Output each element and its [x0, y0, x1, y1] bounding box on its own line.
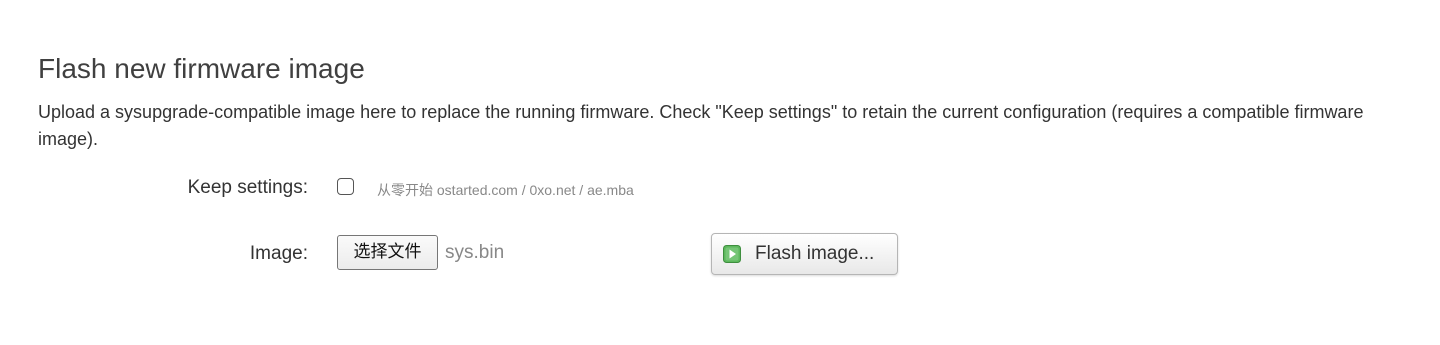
selected-file-name: sys.bin [445, 242, 505, 263]
choose-file-button[interactable]: 选择文件 [337, 235, 438, 270]
flash-image-button[interactable]: Flash image... [711, 233, 898, 275]
image-label: Image: [249, 243, 308, 264]
section-description: Upload a sysupgrade-compatible image her… [38, 102, 1364, 149]
keep-settings-checkbox[interactable] [337, 178, 354, 195]
section-title: Flash new firmware image [38, 53, 365, 84]
keep-settings-label: Keep settings: [187, 177, 308, 198]
flash-image-label: Flash image... [755, 243, 875, 264]
keep-settings-hint: 从零开始 ostarted.com / 0xo.net / ae.mba [377, 182, 634, 198]
apply-icon [723, 245, 741, 263]
